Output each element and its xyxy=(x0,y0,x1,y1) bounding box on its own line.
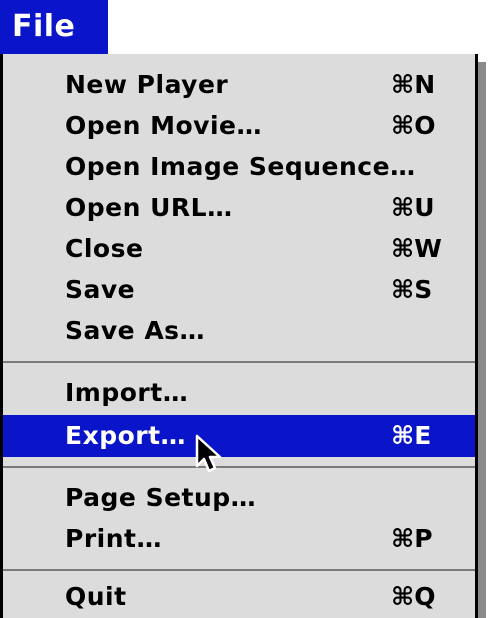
menu-item-label: Print… xyxy=(65,524,162,553)
menu-item-shortcut: ⌘N xyxy=(391,70,436,99)
menu-item-shortcut: ⌘O xyxy=(391,111,436,140)
menu-item-shortcut: ⌘S xyxy=(391,275,433,304)
menu-item-quit[interactable]: Quit ⌘Q xyxy=(3,576,475,618)
menu-item-import[interactable]: Import… xyxy=(3,372,475,414)
file-menu-title[interactable]: File xyxy=(0,0,108,54)
arrow-pointer-icon xyxy=(195,434,222,473)
menu-separator xyxy=(3,356,475,368)
menu-item-shortcut: ⌘U xyxy=(391,193,435,222)
menu-shadow xyxy=(478,62,486,618)
menu-item-label: Save xyxy=(65,275,136,304)
menu-item-label: Export… xyxy=(65,421,187,450)
menu-item-label: Quit xyxy=(65,582,127,611)
menu-separator xyxy=(3,564,475,576)
menu-item-label: Open URL… xyxy=(65,193,233,222)
menu-item-save-as[interactable]: Save As… xyxy=(3,310,475,352)
file-menu-dropdown: New Player ⌘N Open Movie… ⌘O Open Image … xyxy=(0,54,478,618)
menu-item-print[interactable]: Print… ⌘P xyxy=(3,518,475,560)
menu-item-shortcut: ⌘Q xyxy=(391,582,436,611)
menu-item-label: Close xyxy=(65,234,144,263)
menu-item-shortcut: ⌘P xyxy=(391,524,433,553)
menu-item-shortcut: ⌘W xyxy=(391,234,442,263)
menu-item-label: Open Image Sequence… xyxy=(65,152,416,181)
menu-item-open-image-sequence[interactable]: Open Image Sequence… xyxy=(3,146,475,188)
menu-item-page-setup[interactable]: Page Setup… xyxy=(3,477,475,519)
menu-item-open-movie[interactable]: Open Movie… ⌘O xyxy=(3,105,475,147)
menu-item-label: Page Setup… xyxy=(65,483,257,512)
menu-item-export[interactable]: Export… ⌘E xyxy=(3,415,475,457)
menu-item-open-url[interactable]: Open URL… ⌘U xyxy=(3,187,475,229)
menu-item-new-player[interactable]: New Player ⌘N xyxy=(3,64,475,106)
menu-separator xyxy=(3,461,475,473)
menu-item-label: New Player xyxy=(65,70,229,99)
menu-item-shortcut: ⌘E xyxy=(391,421,432,450)
menu-item-save[interactable]: Save ⌘S xyxy=(3,269,475,311)
menu-item-label: Save As… xyxy=(65,316,206,345)
menu-item-close[interactable]: Close ⌘W xyxy=(3,228,475,270)
menu-item-label: Import… xyxy=(65,378,189,407)
menu-item-label: Open Movie… xyxy=(65,111,262,140)
